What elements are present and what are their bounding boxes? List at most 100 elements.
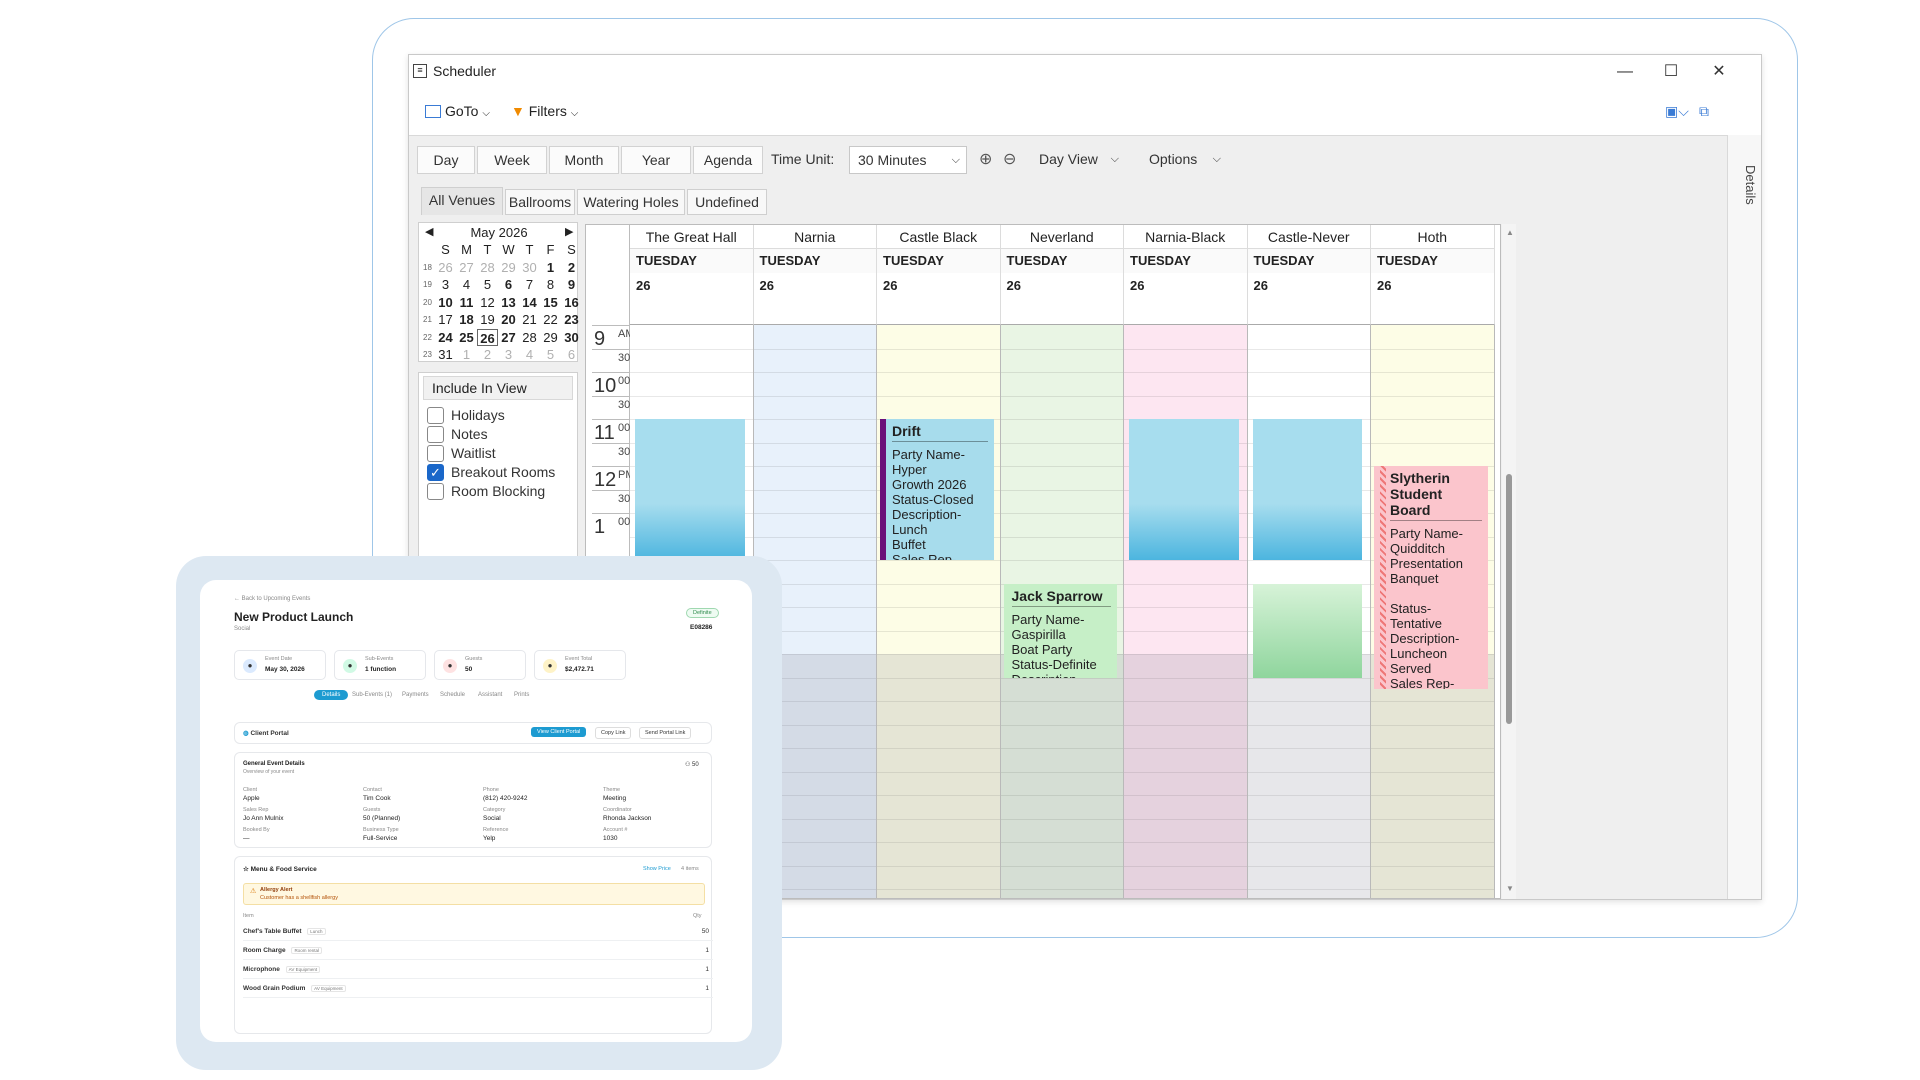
booking-block[interactable] — [1129, 419, 1239, 560]
mini-calendar-day[interactable]: 5 — [540, 346, 561, 364]
mini-calendar-day[interactable]: 8 — [540, 276, 561, 294]
view-mode-select[interactable]: Day View ⌵ — [1025, 146, 1125, 174]
show-price-link[interactable]: Show Price — [643, 866, 671, 872]
tab-payments[interactable]: Payments — [402, 692, 429, 698]
view-day-button[interactable]: Day — [417, 146, 475, 174]
tab-ballrooms[interactable]: Ballrooms — [505, 189, 575, 215]
view-client-portal-button[interactable]: View Client Portal — [531, 727, 587, 737]
view-agenda-button[interactable]: Agenda — [693, 146, 763, 174]
mini-calendar-day[interactable]: 6 — [498, 276, 519, 294]
mini-calendar-day[interactable]: 21 — [519, 311, 540, 329]
view-year-button[interactable]: Year — [621, 146, 691, 174]
zoom-in-icon[interactable]: ⊕ — [979, 149, 992, 169]
goto-button[interactable]: GoTo ⌵ — [419, 99, 496, 123]
mini-calendar-day[interactable]: 4 — [519, 346, 540, 364]
mini-calendar-day[interactable]: 5 — [477, 276, 498, 294]
popout-icon[interactable]: ⧉ — [1693, 99, 1715, 123]
mini-calendar-day[interactable]: 2 — [477, 346, 498, 364]
mini-calendar-day[interactable]: 15 — [540, 294, 561, 312]
tab-prints[interactable]: Prints — [514, 692, 529, 698]
venue-column-header[interactable]: Narnia — [753, 225, 877, 249]
mini-calendar-day[interactable]: 1 — [540, 259, 561, 277]
mini-calendar-day[interactable]: 23 — [561, 311, 582, 329]
menu-item-row[interactable]: Wood Grain Podium AV Equipment 1 — [243, 980, 713, 998]
venue-column-header[interactable]: Castle Black — [877, 225, 1001, 249]
include-option-label[interactable]: Breakout Rooms — [451, 464, 555, 480]
mini-calendar-day[interactable]: 22 — [540, 311, 561, 329]
mini-calendar-day[interactable]: 3 — [435, 276, 456, 294]
mini-calendar-day[interactable]: 10 — [435, 294, 456, 312]
mini-calendar-day[interactable]: 29 — [540, 329, 561, 347]
mini-calendar-day[interactable]: 31 — [435, 346, 456, 364]
tab-undefined[interactable]: Undefined — [687, 189, 767, 215]
mini-calendar-day[interactable]: 27 — [456, 259, 477, 277]
details-side-panel[interactable]: Details — [1727, 135, 1761, 899]
mini-calendar-day[interactable]: 4 — [456, 276, 477, 294]
mini-calendar-day[interactable]: 2 — [561, 259, 582, 277]
venue-column-header[interactable]: Neverland — [1000, 225, 1124, 249]
checked-checkbox[interactable]: ✓ — [427, 464, 444, 481]
mini-calendar-day[interactable]: 24 — [435, 329, 456, 347]
layout-menu-icon[interactable]: ▣⌵ — [1659, 99, 1695, 123]
booking-block[interactable] — [1252, 419, 1362, 560]
venue-day-column[interactable] — [877, 325, 1001, 898]
scroll-up-icon[interactable]: ▲ — [1506, 228, 1514, 237]
tab-details[interactable]: Details — [314, 690, 349, 700]
menu-item-row[interactable]: Chef's Table Buffet Lunch 50 — [243, 923, 713, 941]
options-select[interactable]: Options ⌵ — [1127, 146, 1227, 174]
back-link[interactable]: ← Back to Upcoming Events — [234, 596, 310, 602]
tab-sub-events[interactable]: Sub-Events (1) — [352, 692, 392, 698]
unchecked-checkbox[interactable] — [427, 426, 444, 443]
include-option-label[interactable]: Room Blocking — [451, 483, 545, 499]
unchecked-checkbox[interactable] — [427, 483, 444, 500]
mini-calendar-day[interactable]: 1 — [456, 346, 477, 364]
mini-calendar-day[interactable]: 28 — [519, 329, 540, 347]
mini-calendar-day[interactable]: 6 — [561, 346, 582, 364]
view-month-button[interactable]: Month — [549, 146, 619, 174]
mini-calendar-day[interactable]: 27 — [498, 329, 519, 347]
mini-calendar-day[interactable]: 17 — [435, 311, 456, 329]
view-week-button[interactable]: Week — [477, 146, 547, 174]
next-month-icon[interactable]: ▶ — [565, 225, 573, 238]
mini-calendar-day[interactable]: 18 — [456, 311, 477, 329]
menu-item-row[interactable]: Microphone AV Equipment 1 — [243, 961, 713, 979]
tab-all-venues[interactable]: All Venues — [421, 187, 503, 215]
venue-column-header[interactable]: Castle-Never — [1247, 225, 1371, 249]
maximize-button[interactable]: ☐ — [1651, 59, 1691, 85]
mini-calendar-day[interactable]: 30 — [561, 329, 582, 347]
mini-calendar-day[interactable]: 19 — [477, 311, 498, 329]
include-option-label[interactable]: Notes — [451, 426, 488, 442]
zoom-out-icon[interactable]: ⊖ — [1003, 149, 1016, 169]
mini-calendar-day[interactable]: 14 — [519, 294, 540, 312]
mini-calendar-day[interactable]: 30 — [519, 259, 540, 277]
include-option-label[interactable]: Holidays — [451, 407, 505, 423]
vertical-scroll-thumb[interactable] — [1506, 474, 1512, 724]
tab-assistant[interactable]: Assistant — [478, 692, 502, 698]
mini-calendar-day[interactable]: 11 — [456, 294, 477, 312]
vertical-scrollbar[interactable]: ▲ ▼ — [1502, 224, 1516, 899]
filters-button[interactable]: ▼ Filters ⌵ — [505, 99, 584, 123]
mini-calendar-day[interactable]: 29 — [498, 259, 519, 277]
booking-block[interactable] — [635, 419, 745, 560]
minimize-button[interactable]: — — [1605, 59, 1645, 85]
venue-column-header[interactable]: The Great Hall — [630, 225, 754, 249]
venue-column-header[interactable]: Narnia-Black — [1124, 225, 1248, 249]
event-slytherin[interactable]: Slytherin Student Board Party Name-Quiddi… — [1374, 466, 1488, 690]
unchecked-checkbox[interactable] — [427, 445, 444, 462]
mini-calendar-day[interactable]: 12 — [477, 294, 498, 312]
tab-schedule[interactable]: Schedule — [440, 692, 465, 698]
mini-calendar-day[interactable]: 25 — [456, 329, 477, 347]
menu-item-row[interactable]: Room Charge Room rental 1 — [243, 942, 713, 960]
mini-calendar-day[interactable]: 3 — [498, 346, 519, 364]
scroll-down-icon[interactable]: ▼ — [1506, 884, 1514, 893]
mini-calendar-day[interactable]: 26 — [477, 328, 498, 346]
mini-calendar-day[interactable]: 26 — [435, 259, 456, 277]
mini-calendar-day[interactable]: 16 — [561, 294, 582, 312]
close-button[interactable]: ✕ — [1699, 59, 1739, 85]
mini-calendar-day[interactable]: 13 — [498, 294, 519, 312]
venue-column-header[interactable]: Hoth — [1371, 225, 1495, 249]
unchecked-checkbox[interactable] — [427, 407, 444, 424]
include-option-label[interactable]: Waitlist — [451, 445, 496, 461]
booking-block[interactable] — [1252, 583, 1362, 678]
mini-calendar-day[interactable]: 7 — [519, 276, 540, 294]
